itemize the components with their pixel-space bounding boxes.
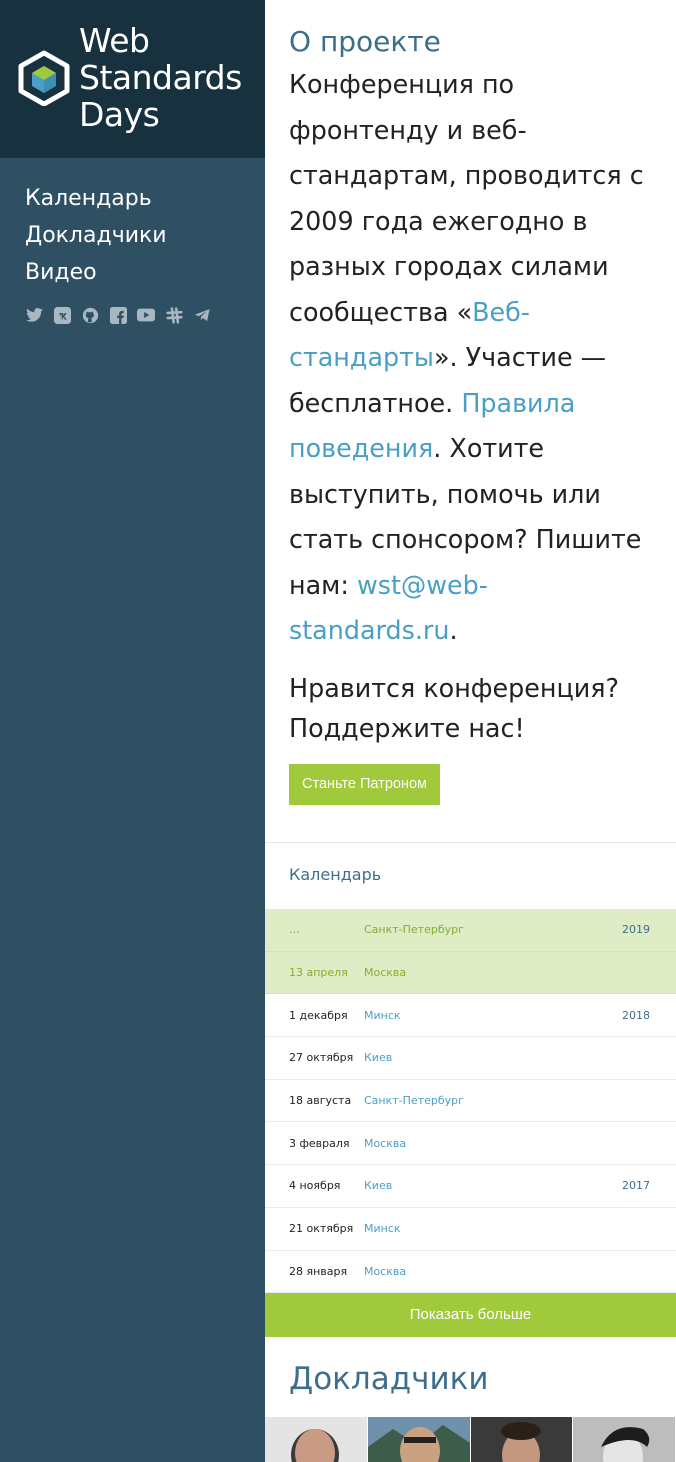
event-city-link[interactable]: Санкт-Петербург: [364, 1094, 590, 1107]
event-year: 2019: [622, 923, 650, 937]
nav-item-calendar[interactable]: Календарь: [25, 180, 167, 217]
event-date: ...: [289, 923, 300, 937]
nav-item-video[interactable]: Видео: [25, 254, 167, 291]
about-title: О проекте: [289, 25, 441, 58]
about-section: О проекте Конференция по фронтенду и веб…: [265, 0, 676, 805]
logo-cube-icon: [18, 50, 70, 106]
event-city-link[interactable]: Москва: [364, 966, 590, 979]
calendar-row[interactable]: 21 октября Минск: [265, 1208, 676, 1251]
calendar-row[interactable]: 28 января Москва: [265, 1251, 676, 1294]
event-date: 28 января: [289, 1264, 348, 1278]
patron-button[interactable]: Станьте Патроном: [289, 763, 440, 805]
slack-icon[interactable]: [165, 306, 183, 324]
event-date: 3 февраля: [289, 1136, 350, 1150]
nav-item-speakers[interactable]: Докладчики: [25, 217, 167, 254]
logo-line-1: Web: [79, 21, 150, 60]
calendar-row[interactable]: 4 ноября Киев 2017: [265, 1165, 676, 1208]
event-date: 4 ноября: [289, 1179, 341, 1193]
about-text-part-1: Конференция по фронтенду и веб-стандарта…: [289, 69, 644, 327]
calendar-title[interactable]: Календарь: [265, 843, 676, 909]
calendar-row[interactable]: 13 апреля Москва: [265, 951, 676, 995]
event-city-link[interactable]: Киев: [364, 1051, 590, 1064]
logo-link[interactable]: Web Standards Days: [0, 0, 265, 158]
event-city-link[interactable]: Минск: [364, 1009, 590, 1022]
calendar-row[interactable]: 18 августа Санкт-Петербург: [265, 1080, 676, 1123]
event-date: 27 октября: [289, 1051, 354, 1065]
twitter-icon[interactable]: [25, 306, 43, 324]
speaker-photo[interactable]: [265, 1417, 367, 1462]
calendar-section: Календарь ... Санкт-Петербург 2019 13 апрел…: [265, 842, 676, 1338]
logo-text: Web Standards Days: [79, 22, 242, 133]
main-nav: Календарь Докладчики Видео: [25, 180, 167, 291]
speaker-photos: [265, 1417, 676, 1462]
support-text: Нравится конференция? Поддержите нас!: [289, 672, 620, 743]
event-year: 2017: [622, 1179, 650, 1193]
speakers-section: Докладчики: [265, 1337, 676, 1462]
calendar-row[interactable]: 1 декабря Минск 2018: [265, 994, 676, 1038]
speaker-photo[interactable]: [573, 1417, 675, 1462]
event-city-link[interactable]: Киев: [364, 1179, 590, 1192]
about-text: Конференция по фронтенду и веб-стандарта…: [289, 62, 652, 654]
youtube-icon[interactable]: [137, 306, 155, 324]
event-city-link[interactable]: Минск: [364, 1222, 590, 1235]
vk-icon[interactable]: [53, 306, 71, 324]
event-date: 21 октября: [289, 1222, 354, 1236]
telegram-icon[interactable]: [193, 306, 211, 324]
calendar-row[interactable]: 3 февраля Москва: [265, 1122, 676, 1166]
speaker-photo[interactable]: [470, 1417, 573, 1462]
main-content: О проекте Конференция по фронтенду и веб…: [265, 0, 676, 1462]
event-year: 2018: [622, 1008, 650, 1022]
github-icon[interactable]: [81, 306, 99, 324]
calendar-row[interactable]: 27 октября Киев: [265, 1037, 676, 1080]
facebook-icon[interactable]: [109, 306, 127, 324]
about-text-part-4: .: [449, 615, 458, 645]
event-date: 1 декабря: [289, 1008, 348, 1022]
logo-line-3: Days: [79, 95, 160, 134]
event-city-link[interactable]: Санкт-Петербург: [364, 923, 590, 936]
event-city-link[interactable]: Москва: [364, 1265, 590, 1278]
sidebar: Web Standards Days Календарь Докладчики …: [0, 0, 265, 1462]
event-city-link[interactable]: Москва: [364, 1137, 590, 1150]
social-links: [25, 306, 211, 324]
calendar-row[interactable]: ... Санкт-Петербург 2019: [265, 909, 676, 952]
event-date: 13 апреля: [289, 966, 348, 980]
logo-line-2: Standards: [79, 58, 242, 97]
speakers-title: Докладчики: [289, 1361, 489, 1397]
calendar-list: ... Санкт-Петербург 2019 13 апреля Москва 1 д…: [265, 909, 676, 1294]
speaker-photo[interactable]: [367, 1417, 470, 1462]
event-date: 18 августа: [289, 1094, 352, 1108]
show-more-button[interactable]: Показать больше: [265, 1293, 676, 1338]
